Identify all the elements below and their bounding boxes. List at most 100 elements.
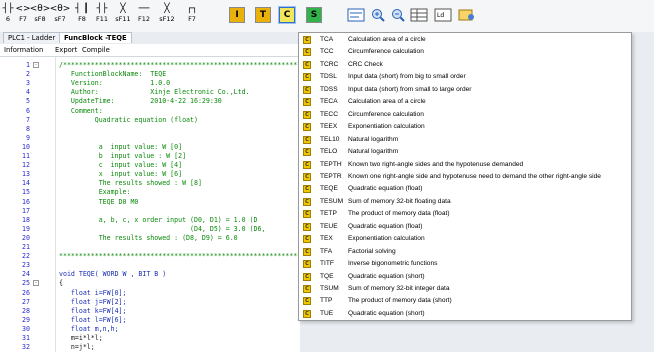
settings-tool-icon[interactable] xyxy=(458,7,476,23)
code-text: Version: 1.0.0 xyxy=(59,79,171,88)
dropdown-item[interactable]: C TDSL Input data (short) from big to smal… xyxy=(299,71,631,83)
tab-funcblock-teqe[interactable]: FuncBlock -TEQE xyxy=(59,32,132,43)
zoom-in-icon[interactable] xyxy=(369,7,387,23)
code-text: TEQE D0 M0 xyxy=(59,197,139,206)
toolbar-instruction-button[interactable]: ┤├ 6 xyxy=(0,4,16,26)
dropdown-item[interactable]: C TUE Quadratic equation (short) xyxy=(299,308,631,320)
line-number: 6 xyxy=(26,106,30,115)
instruction-key-label: F12 xyxy=(137,15,150,23)
dropdown-item-description: Circumference calculation xyxy=(348,48,424,56)
code-text: a input value: W [0] xyxy=(59,142,183,151)
code-editor[interactable]: 1-/*************************************… xyxy=(0,57,373,352)
dropdown-item[interactable]: C TCRC CRC Check xyxy=(299,59,631,71)
code-line[interactable]: 30 float m,n,h; xyxy=(0,325,654,334)
dropdown-item[interactable]: C TEL10 Natural logarithm xyxy=(299,134,631,146)
instruction-glyph-icon: ── xyxy=(138,4,150,14)
line-number: 2 xyxy=(26,70,30,79)
toolbar-instruction-button[interactable]: ╳ sF11 xyxy=(115,4,131,26)
dropdown-item[interactable]: C TEPTR Known one right-angle side and hyp… xyxy=(299,171,631,183)
toolbar-instruction-button[interactable]: ┤├ F11 xyxy=(94,4,110,26)
dropdown-item[interactable]: C TELO Natural logarithm xyxy=(299,146,631,158)
function-block-icon: C xyxy=(303,235,311,244)
dropdown-item[interactable]: C TETP The product of memory data (float) xyxy=(299,208,631,220)
toolbar-instruction-button[interactable]: ┤ ┃ F8 xyxy=(74,4,90,26)
tab-plc1-ladder[interactable]: PLC1 - Ladder xyxy=(3,32,61,43)
fold-toggle-icon[interactable]: - xyxy=(33,280,39,287)
line-number: 22 xyxy=(22,252,30,261)
dropdown-item[interactable]: C TSUM Sum of memory 32-bit integer data xyxy=(299,283,631,295)
code-text: float m,n,h; xyxy=(59,324,119,333)
code-text: The results showed : (D8, D9) = 6.0 xyxy=(59,233,238,242)
dropdown-item-name: TSUM xyxy=(320,285,339,292)
code-text: void TEQE( WORD W , BIT B ) xyxy=(59,270,167,279)
line-number: 14 xyxy=(22,179,30,188)
dropdown-item[interactable]: C TCC Circumference calculation xyxy=(299,46,631,58)
dropdown-item[interactable]: C TEEX Exponentiation calculation xyxy=(299,121,631,133)
toolbar-instruction-button[interactable]: <θ> sF7 xyxy=(49,4,71,26)
dropdown-item-description: CRC Check xyxy=(348,60,383,68)
insert-c-button[interactable]: C xyxy=(278,6,296,24)
code-line[interactable]: 31 m=i*l*l; xyxy=(0,334,654,343)
code-text: FunctionBlockName: TEQE xyxy=(59,70,167,79)
toolbar-instruction-button[interactable]: ── F12 xyxy=(136,4,152,26)
dropdown-item[interactable]: C TQE Quadratic equation (short) xyxy=(299,271,631,283)
toolbar-instruction-button[interactable]: <> F7 xyxy=(15,4,31,26)
dropdown-item-description: Quadratic equation (float) xyxy=(348,185,423,193)
function-block-icon: C xyxy=(303,48,311,57)
toolbar-instruction-button[interactable]: <θ> sF8 xyxy=(30,4,51,26)
insert-i-button[interactable]: I xyxy=(229,7,245,23)
dropdown-item[interactable]: C TFA Factorial solving xyxy=(299,246,631,258)
data-register-icon[interactable]: Ld xyxy=(434,7,452,23)
dropdown-item-name: TFA xyxy=(320,247,333,255)
grid-view-icon[interactable] xyxy=(410,7,428,23)
dropdown-item-name: TDSS xyxy=(320,85,338,93)
line-number: 29 xyxy=(22,315,30,324)
function-block-icon: C xyxy=(303,98,311,107)
code-text: float j=FW[2]; xyxy=(59,297,127,306)
menu-information[interactable]: Information xyxy=(4,44,43,56)
dropdown-item[interactable]: C TEX Exponentiation calculation xyxy=(299,233,631,245)
code-line[interactable]: 32 n=j*l; xyxy=(0,343,654,352)
toolbar-instruction-button[interactable]: ┌┐ F7 xyxy=(184,4,200,26)
line-number: 21 xyxy=(22,243,30,251)
toolbar-instruction-button[interactable]: ╳ sF12 xyxy=(159,4,175,26)
code-text: n=j*l; xyxy=(59,343,95,352)
fold-toggle-icon[interactable]: - xyxy=(33,62,39,68)
dropdown-item[interactable]: C TECA Calculation area of a circle xyxy=(299,96,631,108)
dropdown-item-name: TEPTR xyxy=(320,172,342,180)
code-text: b input value : W [2] xyxy=(59,152,187,160)
dropdown-item[interactable]: C TEUE Quadratic equation (float) xyxy=(299,221,631,233)
instruction-glyph-icon: <θ> xyxy=(49,4,71,14)
instruction-key-label: sF11 xyxy=(115,15,131,23)
dropdown-item-description: Known two right-angle sides and the hypo… xyxy=(348,160,524,168)
menu-export[interactable]: Export xyxy=(55,44,77,56)
dropdown-item-name: TCRC xyxy=(320,60,339,68)
monitor-view-icon[interactable] xyxy=(347,7,365,23)
function-block-icon: C xyxy=(303,197,311,206)
dropdown-item-name: TESUM xyxy=(320,197,344,205)
instruction-key-label: sF12 xyxy=(159,15,175,23)
menu-compile[interactable]: Compile xyxy=(82,44,110,56)
function-block-icon: C xyxy=(303,185,311,194)
dropdown-item[interactable]: C TEQE Quadratic equation (float) xyxy=(299,183,631,195)
line-number: 18 xyxy=(22,215,30,224)
dropdown-item[interactable]: C TCA Calculation area of a circle xyxy=(299,34,631,46)
line-number: 7 xyxy=(26,115,30,124)
dropdown-item[interactable]: C TITF Inverse bigonometric functions xyxy=(299,258,631,270)
function-block-dropdown[interactable]: C TCA Calculation area of a circle C TCC Circ… xyxy=(298,32,632,321)
line-number: 8 xyxy=(26,124,30,133)
insert-t-button[interactable]: T xyxy=(255,7,271,23)
line-number: 32 xyxy=(22,343,30,352)
dropdown-item-description: Input data (short) from small to large o… xyxy=(348,85,472,93)
zoom-out-icon[interactable] xyxy=(389,7,407,23)
dropdown-item[interactable]: C TDSS Input data (short) from small to la… xyxy=(299,84,631,96)
instruction-key-label: F8 xyxy=(78,15,86,23)
dropdown-item[interactable]: C TESUM Sum of memory 32-bit floating data xyxy=(299,196,631,208)
insert-s-button[interactable]: S xyxy=(306,7,322,23)
line-number: 25 xyxy=(22,279,30,288)
dropdown-item-name: TEEX xyxy=(320,123,338,131)
dropdown-item[interactable]: C TTP The product of memory data (short) xyxy=(299,295,631,307)
dropdown-item[interactable]: C TECC Circumference calculation xyxy=(299,109,631,121)
function-block-icon: C xyxy=(303,285,311,293)
dropdown-item[interactable]: C TEPTH Known two right-angle sides and th… xyxy=(299,159,631,171)
